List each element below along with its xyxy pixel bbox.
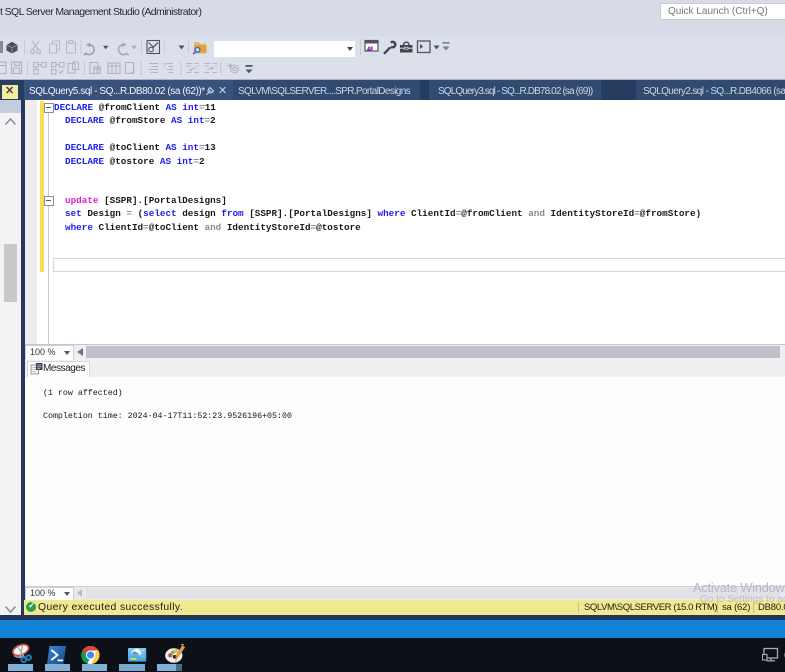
svg-text:?: ? [162,63,166,70]
